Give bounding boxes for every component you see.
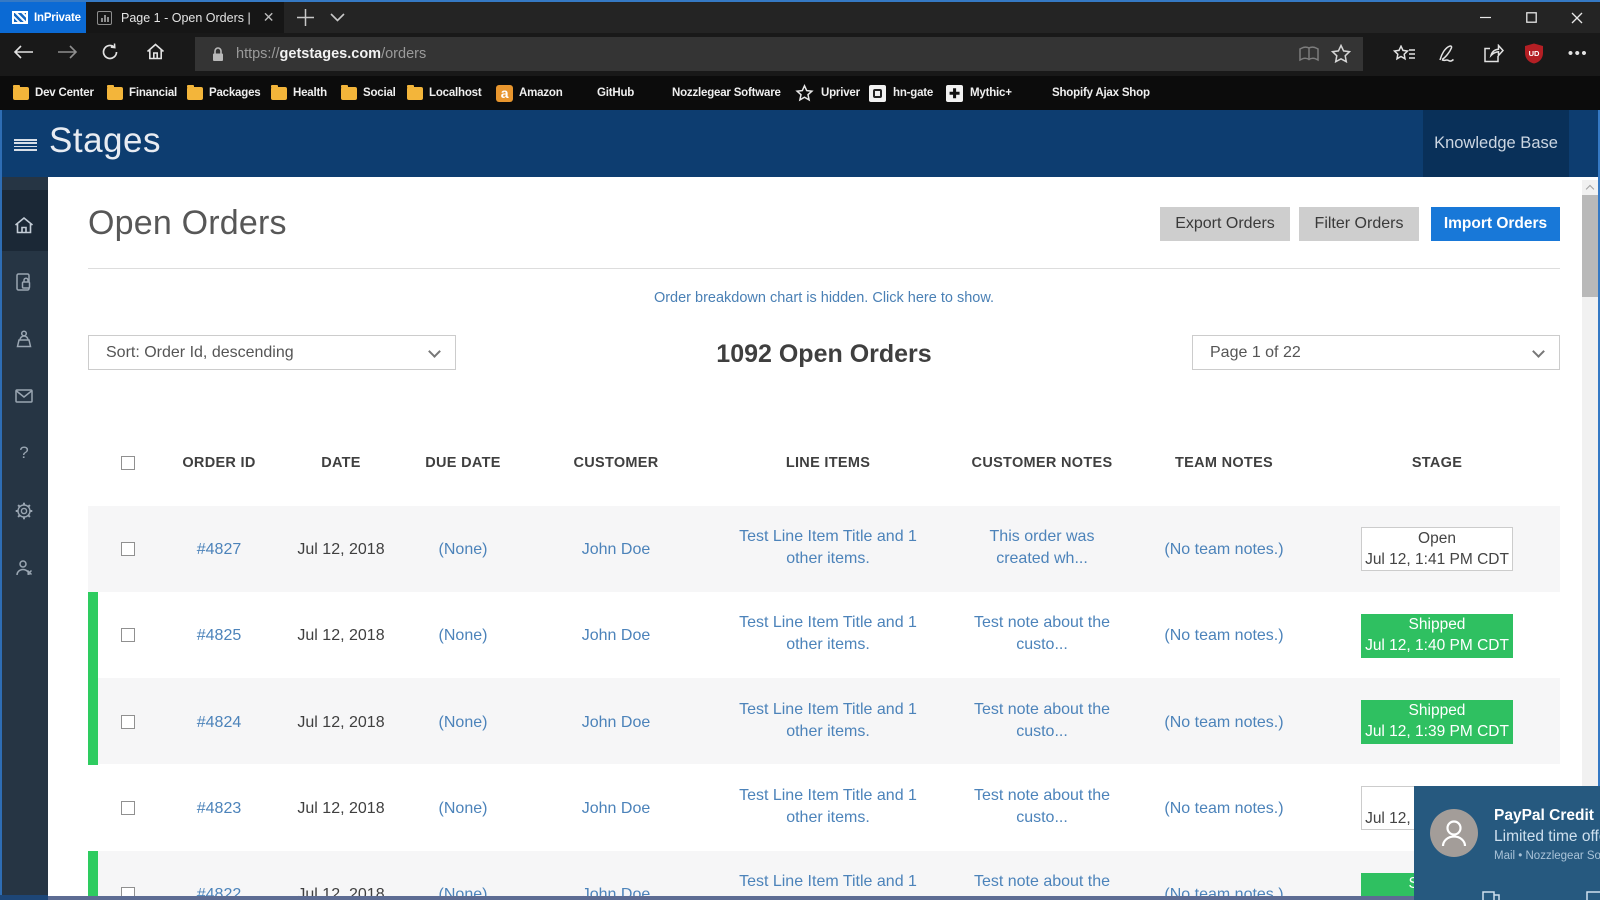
svg-text:UD: UD: [1529, 49, 1540, 58]
